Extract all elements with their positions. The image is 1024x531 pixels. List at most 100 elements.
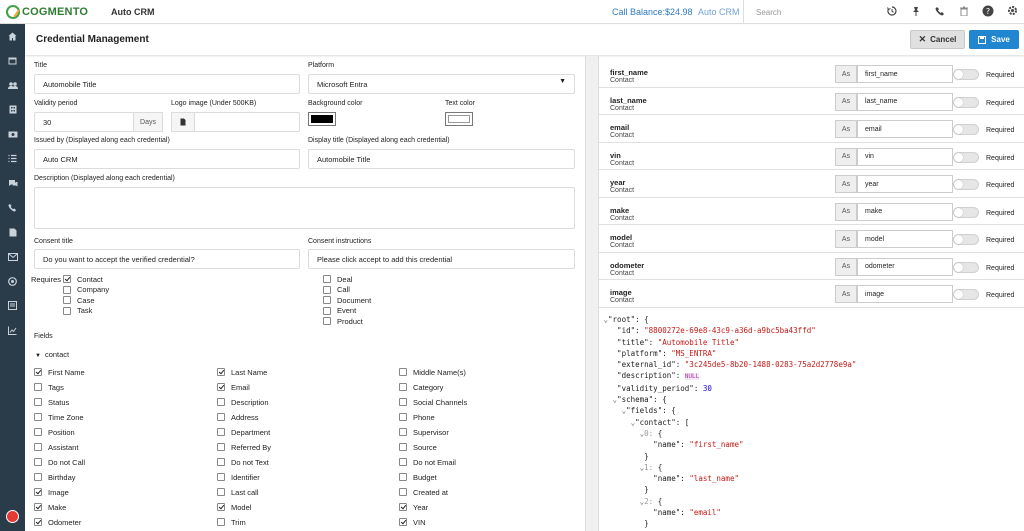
mapping-alias-input[interactable]: model: [857, 230, 953, 248]
calendar-icon[interactable]: [0, 49, 25, 74]
required-toggle[interactable]: [953, 96, 979, 108]
field-created-at-checkbox[interactable]: [399, 488, 407, 496]
field-make-checkbox[interactable]: [34, 503, 42, 511]
requires-task-checkbox[interactable]: [63, 306, 71, 315]
requires-document-checkbox[interactable]: [323, 296, 331, 304]
file-icon[interactable]: [171, 112, 195, 132]
companies-icon[interactable]: [0, 98, 25, 123]
json-root-line[interactable]: ⌄"root": {: [599, 314, 1024, 325]
field-last-name-checkbox[interactable]: [217, 368, 225, 376]
consent-title-input[interactable]: Do you want to accept the verified crede…: [34, 249, 300, 269]
field-birthday-checkbox[interactable]: [34, 473, 42, 481]
json-array-item-open[interactable]: ⌄1: {: [599, 462, 1024, 473]
mapping-alias-input[interactable]: last_name: [857, 92, 953, 111]
field-email-checkbox[interactable]: [217, 383, 225, 391]
field-middle-name-s-checkbox[interactable]: [399, 368, 407, 376]
field-image-checkbox[interactable]: [34, 488, 42, 496]
phone-icon[interactable]: [928, 6, 952, 19]
tasks-icon[interactable]: [0, 147, 25, 172]
search-box[interactable]: Search: [743, 0, 873, 24]
field-do-not-email-checkbox[interactable]: [399, 458, 407, 466]
json-contact-line[interactable]: ⌄"contact": [: [599, 417, 1024, 428]
mapping-alias-input[interactable]: email: [857, 120, 953, 138]
requires-product-checkbox[interactable]: [323, 317, 331, 325]
json-fields-line[interactable]: ⌄"fields": {: [599, 405, 1024, 416]
display-title-input[interactable]: Automobile Title: [308, 149, 575, 169]
field-referred-by-checkbox[interactable]: [217, 443, 225, 451]
requires-event-checkbox[interactable]: [323, 306, 331, 315]
field-first-name-checkbox[interactable]: [34, 368, 42, 376]
settings-icon[interactable]: [1000, 5, 1024, 19]
field-model-checkbox[interactable]: [217, 503, 225, 511]
field-social-channels-checkbox[interactable]: [399, 398, 407, 406]
description-textarea[interactable]: [34, 187, 575, 229]
field-time-zone-checkbox[interactable]: [34, 413, 42, 421]
mapping-alias-input[interactable]: vin: [857, 147, 953, 166]
field-odometer-checkbox[interactable]: [34, 518, 42, 526]
mapping-alias-input[interactable]: year: [857, 175, 953, 193]
consent-instructions-input[interactable]: Please click accept to add this credenti…: [308, 249, 575, 269]
save-button[interactable]: Save: [969, 30, 1019, 49]
chat-icon[interactable]: [0, 171, 25, 196]
required-toggle[interactable]: [953, 234, 979, 245]
pin-icon[interactable]: [904, 6, 928, 19]
mapping-alias-input[interactable]: image: [857, 285, 953, 303]
mapping-alias-input[interactable]: odometer: [857, 257, 953, 276]
required-toggle[interactable]: [953, 151, 979, 163]
field-identifier-checkbox[interactable]: [217, 473, 225, 481]
field-do-not-text-checkbox[interactable]: [217, 458, 225, 466]
company-name[interactable]: Auto CRM: [698, 7, 740, 17]
field-description-checkbox[interactable]: [217, 398, 225, 406]
field-supervisor-checkbox[interactable]: [399, 428, 407, 436]
history-icon[interactable]: [880, 5, 904, 19]
reports-icon[interactable]: [0, 318, 25, 343]
bg-color-picker[interactable]: [308, 112, 336, 126]
requires-case-checkbox[interactable]: [63, 296, 71, 304]
requires-call-checkbox[interactable]: [323, 285, 331, 294]
search-input[interactable]: Search: [756, 8, 781, 17]
forms-icon[interactable]: [0, 294, 25, 319]
field-trim-checkbox[interactable]: [217, 518, 225, 526]
email-icon[interactable]: [0, 245, 25, 270]
requires-company-checkbox[interactable]: [63, 285, 71, 294]
field-source-checkbox[interactable]: [399, 443, 407, 451]
required-toggle[interactable]: [953, 179, 979, 190]
mapping-alias-input[interactable]: make: [857, 202, 953, 221]
required-toggle[interactable]: [953, 206, 979, 218]
platform-select[interactable]: Microsoft Entra ▼: [308, 74, 575, 94]
logo[interactable]: COGMENTO: [6, 4, 88, 20]
required-toggle[interactable]: [953, 289, 979, 300]
requires-deal-checkbox[interactable]: [323, 275, 331, 283]
field-assistant-checkbox[interactable]: [34, 443, 42, 451]
requires-contact-checkbox[interactable]: [63, 275, 71, 283]
required-toggle[interactable]: [953, 69, 979, 80]
call-balance[interactable]: Call Balance:$24.98: [612, 7, 693, 17]
field-vin-checkbox[interactable]: [399, 518, 407, 526]
cancel-button[interactable]: ✕ Cancel: [910, 30, 965, 49]
field-year-checkbox[interactable]: [399, 503, 407, 511]
home-icon[interactable]: [0, 24, 25, 49]
title-input[interactable]: Automobile Title: [34, 74, 300, 94]
required-toggle[interactable]: [953, 261, 979, 273]
field-status-checkbox[interactable]: [34, 398, 42, 406]
field-phone-checkbox[interactable]: [399, 413, 407, 421]
help-icon[interactable]: ?: [976, 5, 1000, 20]
json-schema-line[interactable]: ⌄"schema": {: [599, 394, 1024, 405]
calls-icon[interactable]: [0, 196, 25, 221]
contacts-icon[interactable]: [0, 73, 25, 98]
json-array-item-open[interactable]: ⌄2: {: [599, 496, 1024, 507]
text-color-picker[interactable]: [445, 112, 473, 126]
avatar[interactable]: [6, 510, 19, 523]
required-toggle[interactable]: [953, 124, 979, 135]
field-address-checkbox[interactable]: [217, 413, 225, 421]
trash-icon[interactable]: [952, 6, 976, 19]
json-array-item-open[interactable]: ⌄0: {: [599, 428, 1024, 439]
field-do-not-call-checkbox[interactable]: [34, 458, 42, 466]
logo-input[interactable]: [194, 112, 300, 132]
field-tags-checkbox[interactable]: [34, 383, 42, 391]
field-category-checkbox[interactable]: [399, 383, 407, 391]
documents-icon[interactable]: [0, 220, 25, 245]
issued-by-input[interactable]: Auto CRM: [34, 149, 300, 169]
deals-icon[interactable]: [0, 122, 25, 147]
campaigns-icon[interactable]: [0, 269, 25, 294]
